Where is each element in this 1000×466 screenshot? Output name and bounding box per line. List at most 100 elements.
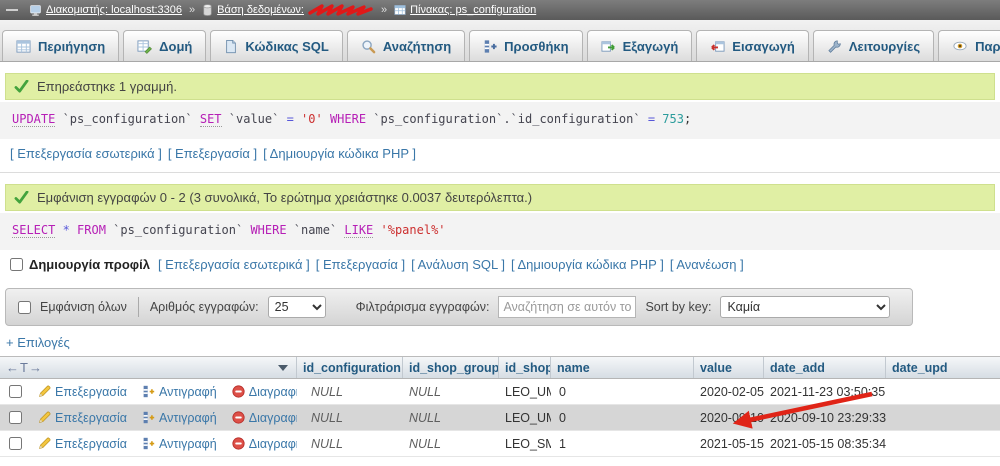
copy-row-link[interactable]: Αντιγραφή xyxy=(142,385,217,399)
breadcrumb-table-link[interactable]: Πίνακας: ps_configuration xyxy=(394,4,536,16)
browse-table-icon xyxy=(16,39,31,54)
delete-icon xyxy=(232,437,245,450)
edit-link-2[interactable]: [ Επεξεργασία ] xyxy=(316,257,405,272)
column-header-id-shop[interactable]: id_shop xyxy=(499,357,551,378)
copy-icon xyxy=(142,385,155,398)
results-table-header: ←T→ id_configuration id_shop_group id_sh… xyxy=(0,356,1000,379)
show-all-label: Εμφάνιση όλων xyxy=(40,300,127,314)
delete-label: Διαγραφή xyxy=(248,436,297,451)
sql1-operator-2: = xyxy=(647,112,663,126)
success-message-1-text: Επηρεάστηκε 1 γραμμή. xyxy=(37,79,177,94)
row-checkbox[interactable] xyxy=(8,385,22,398)
edit-row-link[interactable]: Επεξεργασία xyxy=(38,411,127,425)
edit-row-link[interactable]: Επεξεργασία xyxy=(38,385,127,399)
inline-edit-link[interactable]: [ Επεξεργασία εσωτερικά ] xyxy=(10,146,162,161)
tab-bar: Περιήγηση Δομή Κώδικας SQL Αναζήτηση Προ… xyxy=(0,20,1000,62)
sql-query-2: SELECT * FROM `ps_configuration` WHERE `… xyxy=(0,213,1000,250)
sql1-links-row: [ Επεξεργασία εσωτερικά ] [ Επεξεργασία … xyxy=(0,139,1000,169)
cell-date-upd: 2021-11-23 03:50:35 xyxy=(770,384,886,399)
breadcrumb-database-label: Βάση δεδομένων: xyxy=(217,4,304,16)
delete-icon xyxy=(232,411,245,424)
table-row: Επεξεργασία Αντιγραφή Διαγραφή 753 NULL … xyxy=(0,405,1000,431)
cell-name: LEO_SMARTIC_PANELTOOL xyxy=(505,436,551,451)
filter-rows-input[interactable] xyxy=(498,296,637,318)
tab-browse[interactable]: Περιήγηση xyxy=(2,30,120,61)
breadcrumb-server-link[interactable]: Διακομιστής: localhost:3306 xyxy=(29,4,182,17)
sql2-star: * xyxy=(55,223,78,237)
profiling-links-row: Δημιουργία προφίλ [ Επεξεργασία εσωτερικ… xyxy=(0,250,1000,280)
column-header-value[interactable]: value xyxy=(694,357,764,378)
sql1-number: 753 xyxy=(662,112,684,126)
tab-export[interactable]: Εξαγωγή xyxy=(586,30,693,61)
cell-id-shop-group: NULL xyxy=(311,410,343,425)
column-header-date-add[interactable]: date_add xyxy=(764,357,886,378)
header-options-cell: ←T→ xyxy=(0,357,297,378)
search-icon xyxy=(361,39,376,54)
sort-by-key-select[interactable]: Καμία xyxy=(720,296,891,318)
sql-query-1: UPDATE `ps_configuration` SET `value` = … xyxy=(0,102,1000,139)
edit-label: Επεξεργασία xyxy=(55,410,128,425)
edit-label: Επεξεργασία xyxy=(55,436,128,451)
tab-structure[interactable]: Δομή xyxy=(123,30,207,61)
cell-id-shop: NULL xyxy=(409,410,441,425)
panel-collapse-handle[interactable] xyxy=(6,9,18,11)
options-toggle-link[interactable]: + Επιλογές xyxy=(6,335,70,350)
breadcrumb: Διακομιστής: localhost:3306 » Βάση δεδομ… xyxy=(0,0,1000,20)
cell-value: 0 xyxy=(559,384,566,399)
edit-label: Επεξεργασία xyxy=(55,384,128,399)
pencil-icon xyxy=(38,385,51,398)
tab-tracking[interactable]: Παρακολούθηση xyxy=(938,30,1000,61)
delete-label: Διαγραφή xyxy=(248,384,297,399)
options-arrows[interactable]: ←T→ xyxy=(6,360,43,375)
num-rows-select[interactable]: 25 xyxy=(267,296,326,318)
wrench-icon xyxy=(827,39,842,54)
sql1-column-identifier: `value` xyxy=(221,112,287,126)
cell-date-add: 2020-09-10 23:29:33 xyxy=(700,410,764,425)
profiling-checkbox[interactable] xyxy=(10,258,23,271)
tab-insert[interactable]: Προσθήκη xyxy=(469,30,583,61)
tab-import[interactable]: Εισαγωγή xyxy=(696,30,809,61)
create-php-code-link[interactable]: [ Δημιουργία κώδικα PHP ] xyxy=(263,146,416,161)
edit-link[interactable]: [ Επεξεργασία ] xyxy=(168,146,257,161)
explain-sql-link[interactable]: [ Ανάλυση SQL ] xyxy=(411,257,505,272)
structure-icon xyxy=(137,39,153,54)
column-header-name[interactable]: name xyxy=(551,357,694,378)
delete-row-link[interactable]: Διαγραφή xyxy=(232,385,297,399)
export-icon xyxy=(601,39,616,54)
results-controls-bar: Εμφάνιση όλων Αριθμός εγγραφών: 25 Φιλτρ… xyxy=(5,288,913,326)
delete-row-link[interactable]: Διαγραφή xyxy=(232,411,297,425)
eye-icon xyxy=(952,39,968,53)
success-message-1: Επηρεάστηκε 1 γραμμή. xyxy=(5,73,995,100)
cell-id-shop-group: NULL xyxy=(311,384,343,399)
copy-label: Αντιγραφή xyxy=(159,436,217,451)
delete-row-link[interactable]: Διαγραφή xyxy=(232,437,297,451)
copy-row-link[interactable]: Αντιγραφή xyxy=(142,437,217,451)
tab-search-label: Αναζήτηση xyxy=(382,38,452,54)
tab-operations[interactable]: Λειτουργίες xyxy=(812,30,935,61)
inline-edit-link-2[interactable]: [ Επεξεργασία εσωτερικά ] xyxy=(158,257,310,272)
table-icon xyxy=(394,4,406,16)
column-header-id-shop-group[interactable]: id_shop_group xyxy=(403,357,499,378)
create-php-code-link-2[interactable]: [ Δημιουργία κώδικα PHP ] xyxy=(511,257,664,272)
tab-operations-label: Λειτουργίες xyxy=(848,38,921,54)
sql-file-icon xyxy=(224,39,238,54)
refresh-link[interactable]: [ Ανανέωση ] xyxy=(670,257,744,272)
row-checkbox[interactable] xyxy=(8,411,22,424)
row-checkbox[interactable] xyxy=(8,437,22,450)
copy-row-link[interactable]: Αντιγραφή xyxy=(142,411,217,425)
sql1-keyword-update: UPDATE xyxy=(12,112,56,127)
column-actions-dropdown-icon[interactable] xyxy=(278,364,288,371)
column-header-date-upd[interactable]: date_upd xyxy=(886,357,1000,378)
tab-export-label: Εξαγωγή xyxy=(622,38,679,54)
tab-sql[interactable]: Κώδικας SQL xyxy=(210,30,343,61)
sql1-keyword-where: WHERE xyxy=(329,112,367,126)
section-divider xyxy=(0,172,1000,173)
edit-row-link[interactable]: Επεξεργασία xyxy=(38,437,127,451)
cell-value: 1 xyxy=(559,436,566,451)
tab-search[interactable]: Αναζήτηση xyxy=(346,30,466,61)
insert-row-icon xyxy=(483,39,497,54)
show-all-checkbox[interactable] xyxy=(18,300,31,314)
breadcrumb-database-link[interactable]: Βάση δεδομένων: xyxy=(202,2,374,19)
tab-insert-label: Προσθήκη xyxy=(504,38,569,54)
column-header-id-configuration[interactable]: id_configuration xyxy=(297,357,403,378)
